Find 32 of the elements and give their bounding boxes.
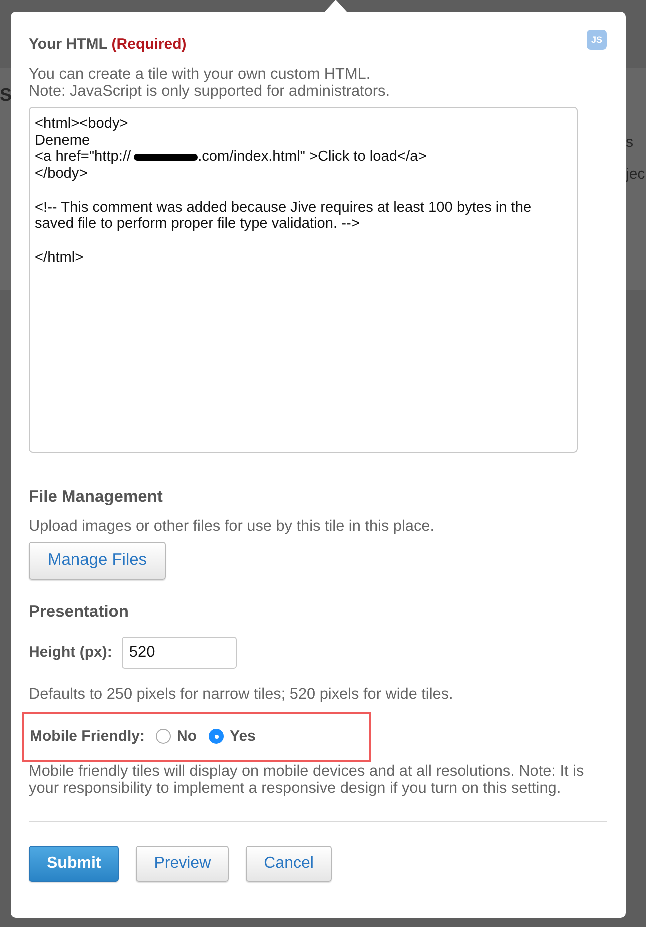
radio-button[interactable]	[156, 729, 172, 744]
height-input-field[interactable]: 520	[122, 636, 238, 668]
description-text: Upload images or other files for use by this tile in this place.	[29, 518, 434, 535]
manage-files-button[interactable]: Manage Files	[29, 542, 166, 580]
code-line: <html><body>	[35, 116, 130, 133]
js-badge: JS	[587, 30, 607, 50]
field-label: Mobile Friendly:	[30, 728, 146, 746]
code-line: </body>	[35, 166, 89, 183]
code-text: <a href="http://	[35, 149, 132, 166]
html-code-field[interactable]	[29, 107, 578, 453]
code-line: Deneme	[35, 132, 92, 150]
section-title: Presentation	[29, 603, 129, 622]
description-text: You can create a tile with your own custom HTML.	[29, 66, 371, 82]
code-line: </html>	[35, 250, 85, 266]
field-label: Height (px):	[29, 644, 112, 662]
secondary-button[interactable]: Preview	[136, 846, 230, 882]
submit-button[interactable]: Submit	[29, 846, 120, 882]
radio-label[interactable]: No	[177, 728, 198, 746]
background-text: s	[626, 133, 634, 153]
section-title: Your HTML (Required)	[29, 36, 187, 54]
hint-text: Defaults to 250 pixels for narrow tiles; 520 pixels for wide tiles.	[29, 686, 454, 703]
note-text: Mobile friendly tiles will display on mobile devices and at all resolutions. Note: It is your responsibility to implement a responsive design if you turn on this setting.	[29, 763, 586, 797]
code-line: <!-- This comment was added because Jive requires at least 100 bytes in the saved file to perform proper file type validation. -->	[35, 200, 533, 233]
description-text: Note: JavaScript is only supported for administrators.	[29, 82, 390, 100]
section-title: File Management	[29, 488, 163, 506]
code-text: .com/index.html" >Click to load</a>	[198, 149, 427, 166]
background-text: jec	[626, 165, 646, 185]
background-text: S	[0, 85, 12, 105]
redaction-mark	[134, 154, 198, 162]
radio-button[interactable]	[209, 729, 224, 744]
secondary-button[interactable]: Cancel	[246, 846, 332, 882]
radio-label[interactable]: Yes	[230, 728, 256, 746]
